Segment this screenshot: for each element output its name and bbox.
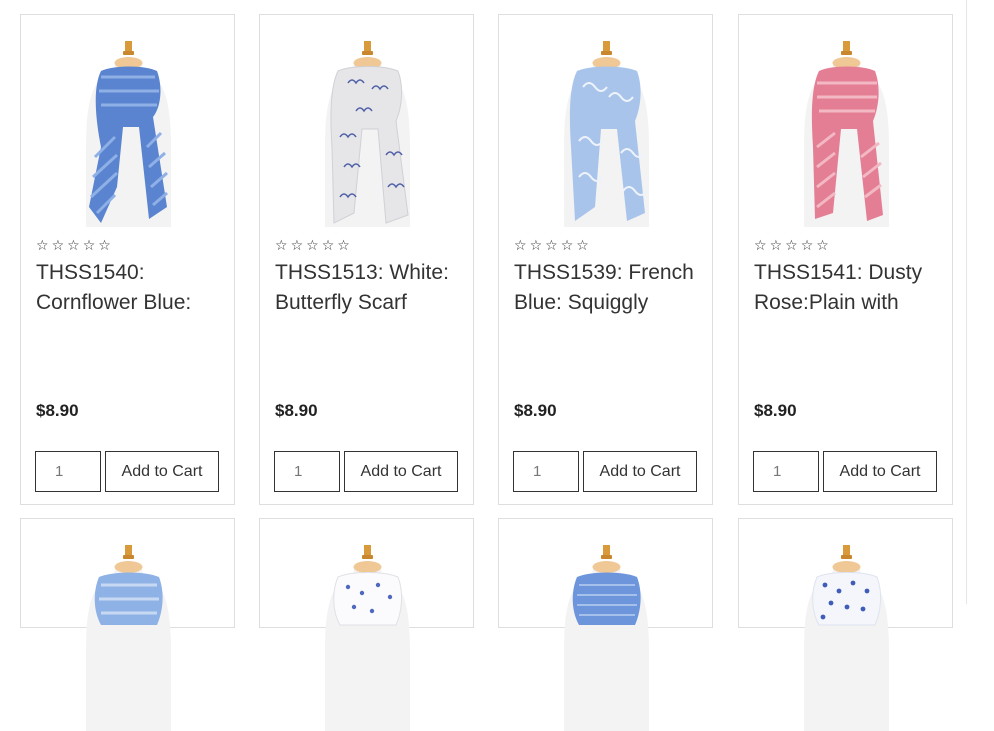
star-icon: ☆	[754, 238, 767, 254]
page-divider	[966, 0, 967, 604]
quantity-input[interactable]	[35, 451, 101, 492]
product-image[interactable]	[549, 541, 664, 731]
quantity-input[interactable]	[274, 451, 340, 492]
product-image[interactable]	[71, 37, 186, 227]
star-icon: ☆	[98, 238, 111, 254]
star-icon: ☆	[82, 238, 96, 254]
product-card	[738, 518, 953, 731]
product-image[interactable]	[549, 37, 664, 227]
quantity-input[interactable]	[513, 451, 579, 492]
add-to-cart-button[interactable]: Add to Cart	[344, 451, 458, 492]
product-price: $8.90	[514, 401, 557, 420]
rating-stars: ☆ ☆ ☆ ☆ ☆	[754, 237, 829, 255]
star-icon: ☆	[275, 238, 288, 254]
product-price: $8.90	[36, 401, 79, 420]
product-card: ☆ ☆ ☆ ☆ ☆ THSS1513: White: Butterfly Scarf $…	[259, 14, 474, 505]
star-icon: ☆	[800, 238, 814, 254]
star-icon: ☆	[306, 238, 319, 254]
product-card	[20, 518, 235, 731]
product-image[interactable]	[310, 541, 425, 731]
product-image[interactable]	[789, 37, 904, 227]
product-price: $8.90	[275, 401, 318, 420]
star-icon: ☆	[36, 238, 49, 254]
star-icon: ☆	[560, 238, 574, 254]
star-icon: ☆	[529, 238, 543, 254]
product-image[interactable]	[71, 541, 186, 731]
star-icon: ☆	[769, 238, 783, 254]
product-title[interactable]: THSS1513: White: Butterfly Scarf	[275, 258, 465, 318]
star-icon: ☆	[337, 238, 350, 254]
product-title[interactable]: THSS1540: Cornflower Blue:	[36, 258, 226, 318]
star-icon: ☆	[514, 238, 527, 254]
add-to-cart-button[interactable]: Add to Cart	[823, 451, 937, 492]
product-card	[259, 518, 474, 731]
product-card	[498, 518, 713, 731]
rating-stars: ☆ ☆ ☆ ☆ ☆	[275, 237, 350, 255]
star-icon: ☆	[816, 238, 829, 254]
product-title[interactable]: THSS1539: French Blue: Squiggly	[514, 258, 704, 318]
product-title[interactable]: THSS1541: Dusty Rose:Plain with	[754, 258, 944, 318]
star-icon: ☆	[576, 238, 589, 254]
quantity-input[interactable]	[753, 451, 819, 492]
rating-stars: ☆ ☆ ☆ ☆ ☆	[36, 237, 111, 255]
star-icon: ☆	[290, 238, 304, 254]
star-icon: ☆	[67, 238, 80, 254]
star-icon: ☆	[321, 238, 335, 254]
product-card: ☆☆☆☆☆ THSS1540: Cornflower Blue: $8.90 A…	[20, 14, 235, 505]
star-icon: ☆	[545, 238, 558, 254]
rating-stars: ☆ ☆ ☆ ☆ ☆	[514, 237, 589, 255]
product-image[interactable]	[789, 541, 904, 731]
product-price: $8.90	[754, 401, 797, 420]
add-to-cart-button[interactable]: Add to Cart	[105, 451, 219, 492]
product-card: ☆ ☆ ☆ ☆ ☆ THSS1539: French Blue: Squiggly $8…	[498, 14, 713, 505]
add-to-cart-button[interactable]: Add to Cart	[583, 451, 697, 492]
star-icon: ☆	[785, 238, 798, 254]
product-image[interactable]	[310, 37, 425, 227]
product-card: ☆ ☆ ☆ ☆ ☆ THSS1541: Dusty Rose:Plain with $8…	[738, 14, 953, 505]
star-icon: ☆	[51, 238, 65, 254]
